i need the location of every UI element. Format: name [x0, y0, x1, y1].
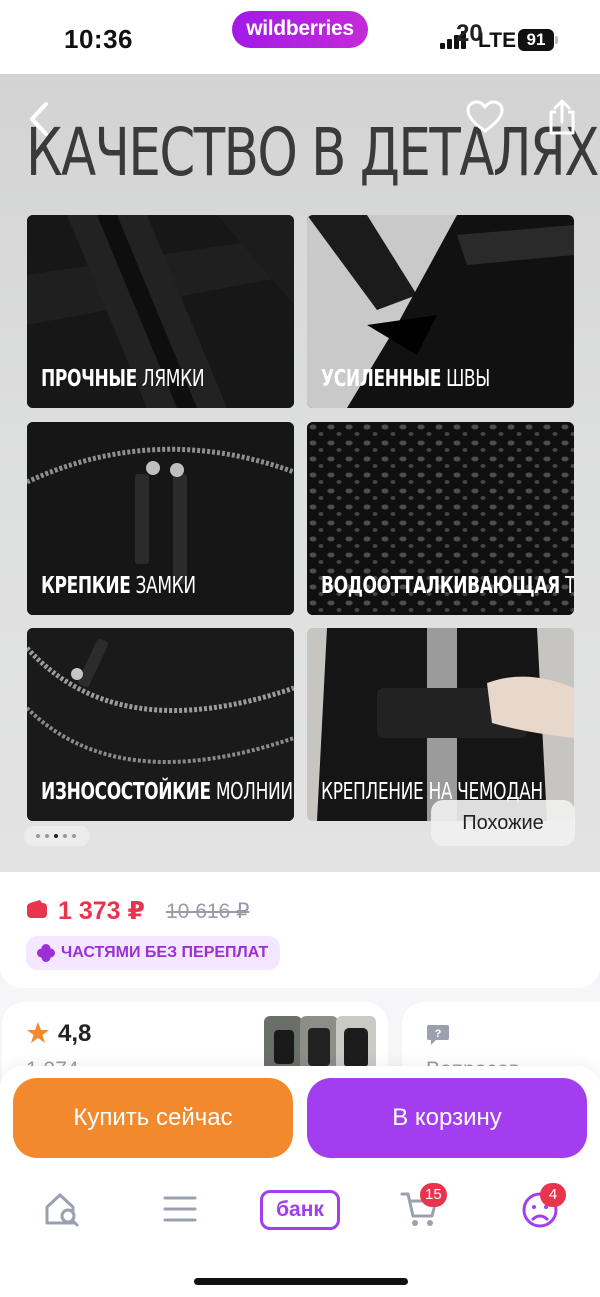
rating-value: 4,8 [58, 1020, 92, 1047]
back-icon[interactable] [26, 100, 54, 138]
status-time: 10:36 [64, 24, 133, 54]
review-photos[interactable] [264, 1016, 376, 1072]
question-bubble-icon: ? [427, 1025, 449, 1045]
feature-tile-luggage[interactable]: КРЕПЛЕНИЕ НА ЧЕМОДАН [307, 628, 574, 821]
bank-tab[interactable]: банк [260, 1190, 340, 1230]
feature-tile-locks[interactable]: КРЕПКИЕ ЗАМКИ [27, 422, 294, 615]
wildberries-logo: wildberries [232, 11, 368, 48]
feature-tile-zippers[interactable]: ИЗНОСОСТОЙКИЕ МОЛНИИ [27, 628, 294, 821]
profile-badge: 4 [540, 1183, 566, 1207]
current-price: 1 373 ₽ [58, 897, 145, 925]
feature-tile-straps[interactable]: ПРОЧНЫЕ ЛЯМКИ [27, 215, 294, 408]
product-screen: 10:36 wildberries LTE 91 КАЧЕСТВО В ДЕТА… [0, 0, 600, 1297]
favorite-heart-icon[interactable] [466, 100, 504, 134]
bottom-panel: Купить сейчас В корзину банк 15 4 [0, 1066, 600, 1297]
feature-tile-fabric[interactable]: ВОДООТТАЛКИВАЮЩАЯ ТКАНЬ [307, 422, 574, 615]
product-gallery[interactable]: КАЧЕСТВО В ДЕТАЛЯХ ПРОЧНЫЕ ЛЯМКИ УСИЛЕНН… [0, 74, 600, 872]
battery-tip [555, 36, 558, 44]
old-price: 10 616 ₽ [166, 900, 250, 923]
similar-button[interactable]: Похожие [431, 800, 575, 846]
tile-caption: ВОДООТТАЛКИВАЮЩАЯ ТКАНЬ [321, 573, 574, 599]
home-search-icon[interactable] [43, 1190, 81, 1228]
battery-icon: 91 [518, 29, 554, 51]
status-bar: 10:36 wildberries LTE 91 [0, 0, 600, 74]
price-card: 1 373 ₽ 10 616 ₽ ЧАСТЯМИ БЕЗ ПЕРЕПЛАТ [0, 872, 600, 988]
tile-caption: ПРОЧНЫЕ ЛЯМКИ [41, 366, 205, 392]
buy-now-button[interactable]: Купить сейчас [13, 1078, 293, 1158]
gallery-pager [24, 826, 90, 846]
home-indicator [194, 1278, 408, 1285]
tile-caption: ИЗНОСОСТОЙКИЕ МОЛНИИ [41, 779, 293, 805]
gallery-headline: КАЧЕСТВО В ДЕТАЛЯХ [26, 114, 599, 191]
questions-count: 20 [456, 20, 483, 47]
clover-icon [37, 944, 55, 962]
svg-text:?: ? [435, 1028, 442, 1040]
installments-badge[interactable]: ЧАСТЯМИ БЕЗ ПЕРЕПЛАТ [26, 936, 281, 970]
share-icon[interactable] [546, 98, 578, 136]
tile-caption: УСИЛЕННЫЕ ШВЫ [321, 366, 490, 392]
installments-label: ЧАСТЯМИ БЕЗ ПЕРЕПЛАТ [61, 944, 269, 961]
star-icon [27, 1022, 49, 1043]
catalog-menu-icon[interactable] [162, 1194, 198, 1224]
cart-badge: 15 [420, 1183, 447, 1207]
tile-caption: КРЕПКИЕ ЗАМКИ [41, 573, 196, 599]
feature-tile-seams[interactable]: УСИЛЕННЫЕ ШВЫ [307, 215, 574, 408]
network-type: LTE [478, 29, 517, 52]
add-to-cart-button[interactable]: В корзину [307, 1078, 587, 1158]
wallet-icon [27, 900, 47, 918]
